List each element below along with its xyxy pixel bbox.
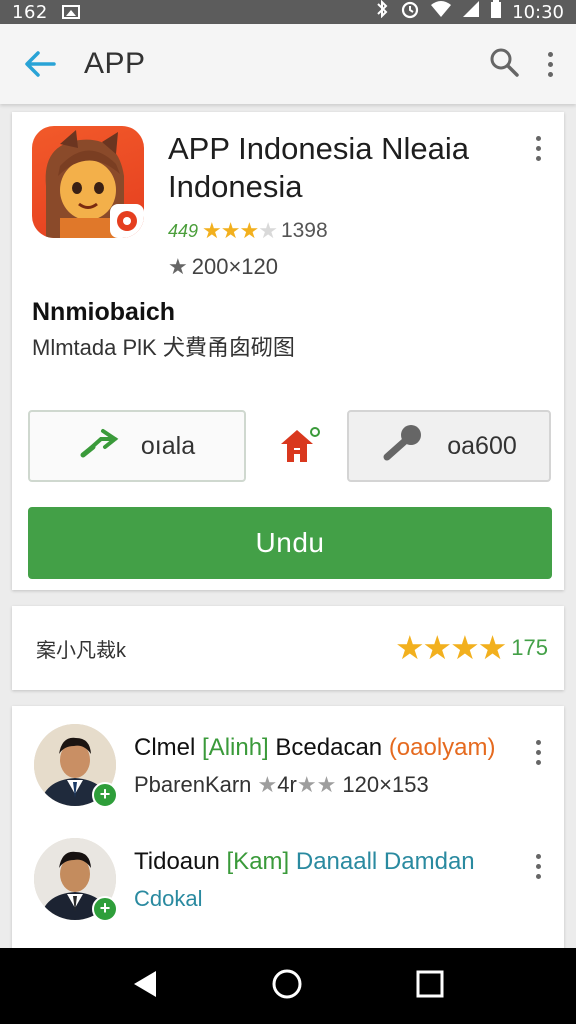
app-size: ★ 200×120 [168,254,278,280]
back-nav-icon[interactable] [132,969,158,1004]
developer-subtitle: Mlmtada PlK 犬費甬囱砌图 [32,335,295,360]
review-sub-text: PbarenKarn [134,772,252,797]
rating-summary: ★★★★ 175 [395,628,548,667]
review-title: Clmel [Alinh] Bcedacan (oaolyam) [134,734,496,762]
star-rating-icon: ★★ [296,772,337,797]
home-nav-icon[interactable] [271,968,303,1005]
key-button[interactable]: oa600 [347,410,551,482]
app-icon [32,126,144,238]
reviewer-extra: Danaall Damdan [295,848,475,875]
review-item[interactable]: + Tidoaun [Kam] Danaall Damdan Cdokal [12,834,564,944]
review-item[interactable]: + Clmel [Alinh] Bcedacan (oaolyam) Pbare… [12,720,564,830]
alarm-icon [400,0,420,25]
wifi-icon [430,0,452,24]
key-icon [381,423,425,470]
app-bar: APP [0,24,576,104]
add-badge-icon: + [92,782,118,808]
share-icon [79,427,119,466]
open-button[interactable]: oıala [28,410,246,482]
image-notification-icon [61,5,80,19]
key-button-label: oa600 [447,431,517,460]
open-button-label: oıala [140,431,196,460]
more-vert-icon[interactable] [546,51,554,77]
navigation-bar [0,948,576,1024]
status-bar: 162 10:30 [0,0,576,24]
star-icon: ★ [168,254,188,279]
search-icon[interactable] [488,46,520,83]
reviewer-tag-secondary: (oaolyam) [388,734,496,761]
home-upload-icon[interactable] [275,422,323,470]
size-text: 200×120 [191,254,278,279]
app-rating: 449 ★★★★ 1398 [168,218,328,244]
more-vert-icon[interactable] [534,740,542,765]
rating-card-value: 175 [511,634,548,660]
review-sub-size: 120×153 [342,772,429,797]
add-badge-icon: + [92,896,118,922]
star-rating-icon: ★★★★ [394,629,507,666]
bluetooth-icon [374,0,390,24]
rating-value: 449 [168,220,199,241]
app-title: APP Indonesia Nleaia Indonesia [168,131,470,204]
page-title: APP [84,47,146,80]
arrow-left-icon[interactable] [20,44,60,84]
app-details-card: APP Indonesia Nleaia Indonesia 449 ★★★★ … [12,112,564,590]
more-vert-icon[interactable] [534,854,542,879]
review-sub-rating: 4r [277,772,297,797]
reviews-card: + Clmel [Alinh] Bcedacan (oaolyam) Pbare… [12,706,564,950]
rating-card[interactable]: 案小凡裁k ★★★★ 175 [12,606,564,690]
reviewer-extra: Bcedacan [275,734,383,761]
signal-icon [462,0,480,24]
rating-count: 1398 [280,219,328,242]
reviewer-tag: [Alinh] [202,734,269,761]
reviewer-name: Tidoaun [134,848,220,875]
more-vert-icon[interactable] [534,136,542,161]
developer-name: Nnmiobaich [32,298,176,326]
reviewer-tag: [Kam] [226,848,290,875]
reviewer-name: Clmel [134,734,196,761]
star-icon: ★ [257,772,278,797]
star-rating-icon: ★★★★ [202,218,278,243]
recents-nav-icon[interactable] [416,970,444,1003]
battery-icon [490,0,502,24]
status-time-left: 162 [12,1,48,23]
rating-label: 案小凡裁k [36,640,126,662]
install-button[interactable]: Undu [28,507,552,579]
review-title: Tidoaun [Kam] Danaall Damdan [134,848,475,876]
status-clock: 10:30 [512,1,564,23]
review-subtitle: PbarenKarn ★4r★★ 120×153 [134,772,429,798]
review-subtitle: Cdokal [134,886,203,911]
